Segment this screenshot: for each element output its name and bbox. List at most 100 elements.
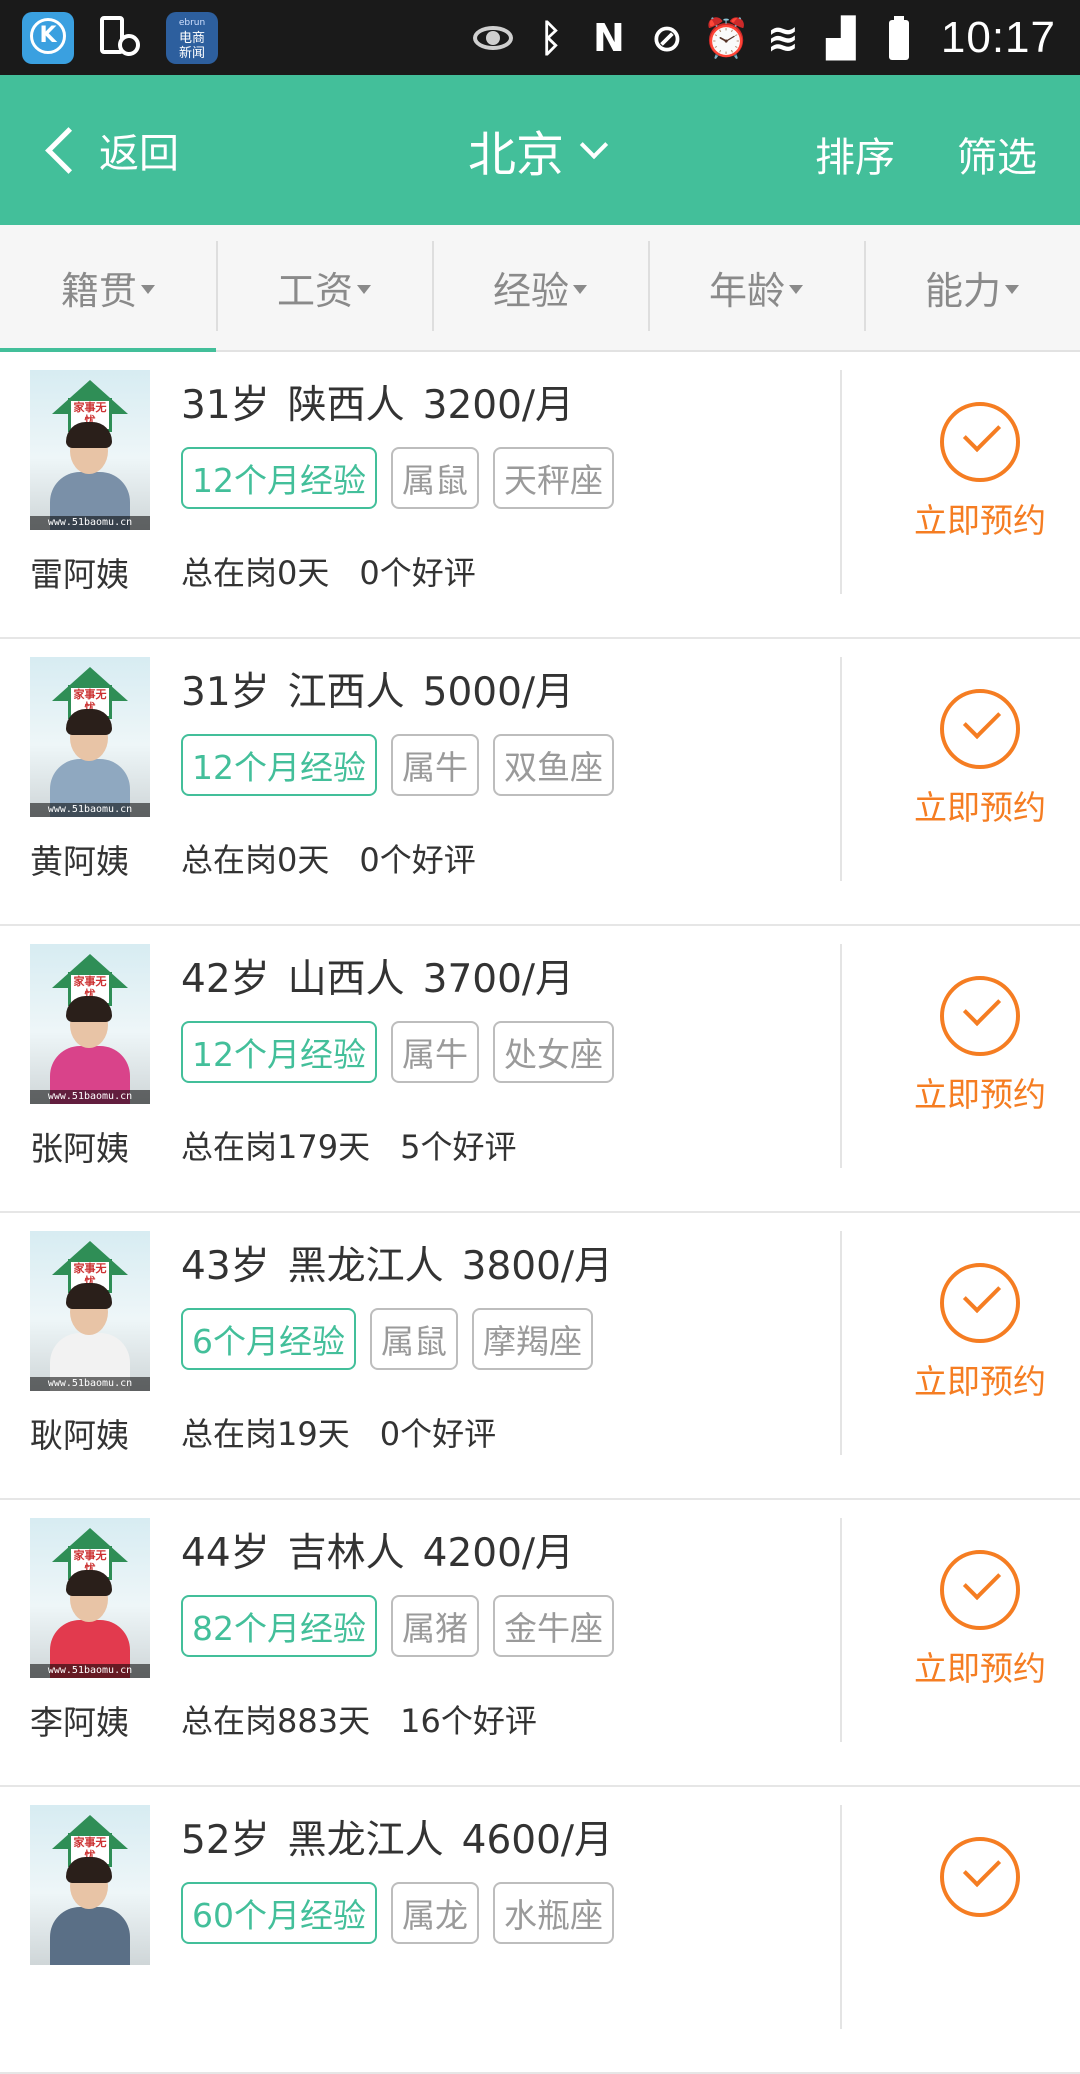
avatar: 家事无忧 www.51baomu.cn	[30, 944, 150, 1104]
book-now-button[interactable]: 立即预约	[900, 402, 1060, 542]
book-now-button[interactable]	[900, 1837, 1060, 1917]
k-app-icon	[22, 12, 74, 64]
item-reviews: 16个好评	[400, 1702, 537, 1740]
item-age: 43岁	[181, 1244, 270, 1289]
book-now-button[interactable]: 立即预约	[900, 1550, 1060, 1690]
avatar: 家事无忧 www.51baomu.cn	[30, 370, 150, 530]
filter-tab-origin[interactable]: 籍贯	[0, 225, 216, 352]
divider	[840, 1231, 842, 1455]
list-item[interactable]: 家事无忧 www.51baomu.cn 31岁 江西人 5000/月 12个月经验 …	[0, 639, 1080, 926]
item-tags: 12个月经验 属牛 双鱼座	[181, 734, 628, 796]
divider	[840, 657, 842, 881]
filter-tab-label: 年龄	[708, 269, 785, 313]
list-item[interactable]: 家事无忧 www.51baomu.cn 31岁 陕西人 3200/月 12个月经验 …	[0, 352, 1080, 639]
item-origin: 黑龙江人	[287, 1244, 444, 1289]
zodiac-tag: 属鼠	[370, 1308, 458, 1370]
item-headline: 43岁 黑龙江人 3800/月	[181, 1235, 613, 1291]
filter-tab-label: 籍贯	[60, 269, 137, 313]
item-days: 总在岗0天	[181, 554, 330, 592]
item-stats: 总在岗19天 0个好评	[181, 1409, 496, 1455]
item-tags: 6个月经验 属鼠 摩羯座	[181, 1308, 607, 1370]
star-sign-tag: 摩羯座	[472, 1308, 593, 1370]
check-circle-icon	[940, 402, 1020, 482]
news-app-label-bottom: 新闻	[178, 46, 205, 61]
avatar-hair	[66, 1570, 112, 1596]
status-bar: ebrun 电商 新闻 ᛒ N ⊘ ⏰ ≋ ▟ 10:17	[0, 0, 1080, 75]
item-age: 31岁	[181, 670, 270, 715]
item-reviews: 5个好评	[400, 1128, 517, 1166]
list-item[interactable]: 家事无忧 www.51baomu.cn 43岁 黑龙江人 3800/月 6个月经验 …	[0, 1213, 1080, 1500]
item-tags: 82个月经验 属猪 金牛座	[181, 1595, 628, 1657]
item-origin: 陕西人	[287, 383, 405, 428]
item-headline: 44岁 吉林人 4200/月	[181, 1522, 574, 1578]
item-days: 总在岗883天	[181, 1702, 371, 1740]
item-headline: 31岁 江西人 5000/月	[181, 661, 574, 717]
caret-down-icon	[573, 285, 587, 294]
star-sign-tag: 处女座	[493, 1021, 614, 1083]
filter-tab-experience[interactable]: 经验	[432, 225, 648, 350]
list-item[interactable]: 家事无忧 52岁 黑龙江人 4600/月 60个月经验 属龙 水瓶座	[0, 1787, 1080, 2074]
app-header: 返回 北京 排序 筛选	[0, 75, 1080, 225]
star-sign-tag: 金牛座	[493, 1595, 614, 1657]
news-app-label-top: ebrun	[178, 18, 206, 28]
item-reviews: 0个好评	[359, 554, 476, 592]
item-salary: 4600/月	[461, 1818, 614, 1863]
star-sign-tag: 双鱼座	[493, 734, 614, 796]
list-item[interactable]: 家事无忧 www.51baomu.cn 42岁 山西人 3700/月 12个月经验 …	[0, 926, 1080, 1213]
check-circle-icon	[940, 1550, 1020, 1630]
book-now-label: 立即预约	[914, 788, 1046, 827]
news-app-label-mid: 电商	[178, 31, 205, 46]
zodiac-tag: 属鼠	[391, 447, 479, 509]
signal-icon: ▟	[826, 15, 856, 60]
avatar-watermark: www.51baomu.cn	[30, 516, 150, 530]
item-origin: 江西人	[287, 670, 405, 715]
item-tags: 60个月经验 属龙 水瓶座	[181, 1882, 628, 1944]
item-reviews: 0个好评	[359, 841, 476, 879]
city-selector[interactable]: 北京	[468, 117, 609, 183]
wifi-icon: ≋	[766, 15, 799, 60]
zodiac-tag: 属牛	[391, 734, 479, 796]
avatar-hair	[66, 1283, 112, 1309]
item-age: 42岁	[181, 957, 270, 1002]
filter-tab-ability[interactable]: 能力	[864, 225, 1080, 350]
news-app-icon: ebrun 电商 新闻	[166, 12, 218, 64]
item-age: 52岁	[181, 1818, 270, 1863]
zodiac-tag: 属龙	[391, 1882, 479, 1944]
book-now-button[interactable]: 立即预约	[900, 976, 1060, 1116]
item-age: 44岁	[181, 1531, 270, 1576]
filter-tab-age[interactable]: 年龄	[648, 225, 864, 350]
item-tags: 12个月经验 属鼠 天秤座	[181, 447, 628, 509]
sort-button[interactable]: 排序	[815, 125, 895, 183]
filter-tab-label: 工资	[276, 269, 353, 313]
divider	[840, 944, 842, 1168]
book-now-button[interactable]: 立即预约	[900, 689, 1060, 829]
book-now-label: 立即预约	[914, 1362, 1046, 1401]
item-salary: 4200/月	[422, 1531, 575, 1576]
item-salary: 3800/月	[461, 1244, 614, 1289]
back-label: 返回	[99, 131, 179, 177]
filter-tab-label: 能力	[924, 269, 1001, 313]
item-headline: 31岁 陕西人 3200/月	[181, 374, 574, 430]
list-item[interactable]: 家事无忧 www.51baomu.cn 44岁 吉林人 4200/月 82个月经验 …	[0, 1500, 1080, 1787]
book-now-button[interactable]: 立即预约	[900, 1263, 1060, 1403]
experience-tag: 12个月经验	[181, 734, 377, 796]
back-button[interactable]: 返回	[40, 117, 179, 183]
caret-down-icon	[1005, 285, 1019, 294]
avatar-hair	[66, 1857, 112, 1883]
item-headline: 42岁 山西人 3700/月	[181, 948, 574, 1004]
chevron-down-icon	[579, 130, 609, 160]
filter-button[interactable]: 筛选	[957, 125, 1037, 183]
check-circle-icon	[940, 1837, 1020, 1917]
filter-tab-salary[interactable]: 工资	[216, 225, 432, 350]
caret-down-icon	[357, 285, 371, 294]
nfc-icon: N	[592, 15, 625, 60]
check-circle-icon	[940, 689, 1020, 769]
item-stats: 总在岗179天 5个好评	[181, 1122, 516, 1168]
avatar-watermark: www.51baomu.cn	[30, 1664, 150, 1678]
divider	[840, 1805, 842, 2029]
avatar-hair	[66, 709, 112, 735]
filter-tabs: 籍贯 工资 经验 年龄 能力	[0, 225, 1080, 352]
item-salary: 3200/月	[422, 383, 575, 428]
avatar-hair	[66, 422, 112, 448]
book-now-label: 立即预约	[914, 1075, 1046, 1114]
